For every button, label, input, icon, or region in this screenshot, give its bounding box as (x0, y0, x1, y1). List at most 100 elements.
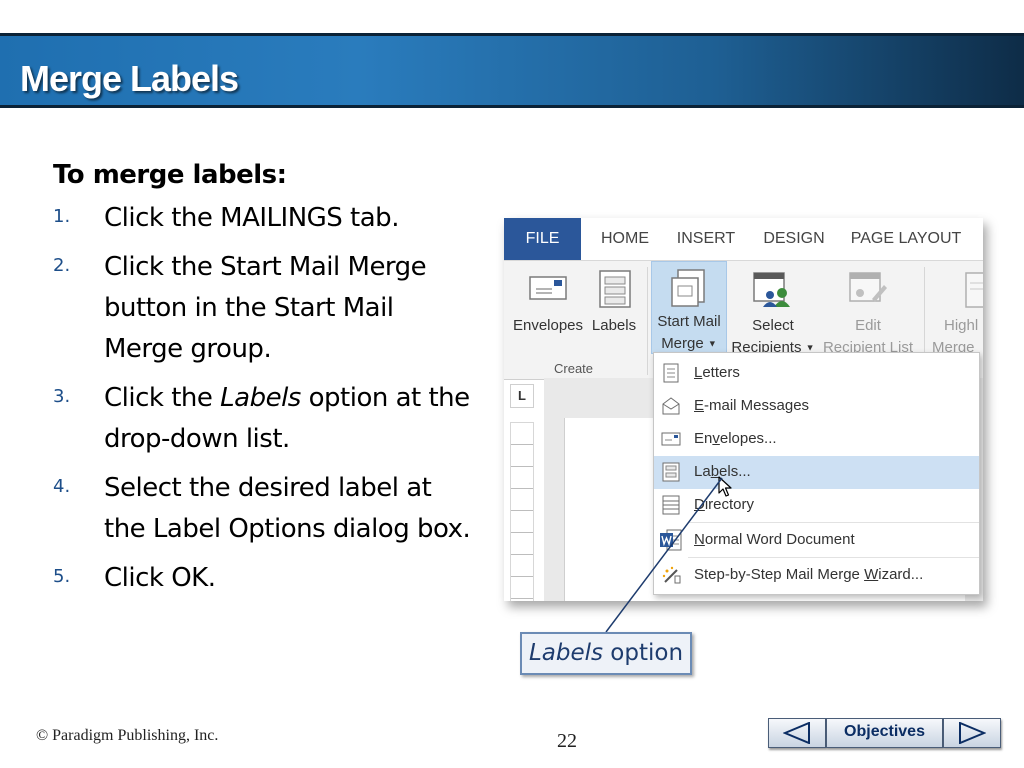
tab-page-layout[interactable]: PAGE LAYOUT (846, 218, 966, 260)
menu-item-envelopes[interactable]: Envelopes... (654, 423, 979, 456)
letter-icon (663, 363, 679, 383)
arrow-right-icon (959, 722, 986, 744)
menu-item-mail-merge-wizard[interactable]: Step-by-Step Mail Merge Wizard... (654, 559, 979, 592)
step-number: 5. (53, 566, 71, 587)
menu-item-email-messages[interactable]: E-mail Messages (654, 390, 979, 423)
menu-item-text: Step-by-Step Mail Merge (694, 566, 865, 583)
start-mail-merge-button[interactable]: Start Mail Merge ▼ (651, 261, 727, 354)
instructions: To merge labels: 1. Click the MAILINGS t… (53, 160, 473, 607)
step-item: 1. Click the MAILINGS tab. (53, 198, 473, 239)
email-icon (662, 397, 680, 415)
page-number: 22 (557, 730, 577, 752)
select-recipients-button[interactable]: Select Recipients ▼ (728, 265, 818, 357)
access-key: D (694, 496, 705, 513)
labels-label: Labels (591, 317, 637, 334)
menu-item-text: En (694, 430, 713, 447)
start-mail-merge-label-line1: Start Mail (657, 313, 721, 330)
step-text-part: Click the (104, 383, 221, 413)
labels-option-callout: Labels option (520, 632, 692, 675)
edit-recipient-list-button[interactable]: Edit Recipient List (818, 265, 918, 357)
next-slide-button[interactable] (943, 718, 1001, 748)
menu-item-label: Step-by-Step Mail Merge Wizard... (694, 566, 923, 583)
menu-separator (688, 557, 979, 558)
steps-list: 1. Click the MAILINGS tab. 2. Click the … (53, 198, 473, 599)
labels-icon (599, 270, 631, 308)
tab-selector[interactable]: L (510, 384, 534, 408)
step-text: Select the desired label at the Label Op… (104, 473, 471, 544)
step-number: 3. (53, 386, 71, 407)
menu-item-label: Letters (694, 364, 740, 381)
menu-separator (688, 522, 979, 523)
group-separator (647, 267, 648, 375)
menu-item-text: -mail Messages (704, 397, 810, 414)
access-key: N (694, 531, 705, 548)
title-banner: Merge Labels (0, 33, 1024, 108)
previous-slide-button[interactable] (768, 718, 826, 748)
menu-item-text: La (694, 463, 711, 480)
menu-item-normal-word-document[interactable]: Normal Word Document (654, 524, 979, 557)
tab-home[interactable]: HOME (590, 218, 660, 260)
vertical-ruler (510, 422, 534, 601)
tab-file[interactable]: FILE (504, 218, 581, 260)
edit-recipient-list-label-line1: Edit (855, 317, 881, 334)
highlight-merge-fields-button[interactable]: Highl Merge (928, 265, 983, 357)
step-number: 2. (53, 255, 71, 276)
step-text: Click the Start Mail Merge button in the… (104, 252, 427, 364)
menu-item-text: irectory (704, 496, 755, 513)
step-text-emphasis: Labels (220, 383, 301, 413)
menu-item-text: etters (702, 364, 740, 381)
step-text: Click OK. (104, 563, 216, 593)
wizard-icon (662, 566, 681, 584)
callout-emphasis: Labels (528, 640, 603, 666)
menu-item-text: elopes... (719, 430, 777, 447)
word-screenshot: FILE HOME INSERT DESIGN PAGE LAYOUT Enve… (504, 218, 983, 601)
access-key: E (694, 397, 705, 414)
tab-design[interactable]: DESIGN (754, 218, 834, 260)
word-document-icon (660, 529, 682, 551)
instructions-intro: To merge labels: (53, 160, 287, 190)
step-text: Click the Labels option at the drop-down… (104, 378, 473, 460)
select-recipients-label-line1: Select (752, 317, 794, 334)
envelopes-button[interactable]: Envelopes (508, 265, 588, 357)
recipients-icon (753, 272, 790, 307)
directory-icon (662, 495, 680, 515)
menu-item-label: Normal Word Document (694, 531, 855, 548)
start-mail-merge-label-text: Merge (661, 335, 704, 352)
step-item: 3. Click the Labels option at the drop-d… (53, 378, 473, 460)
ribbon-tabs: FILE HOME INSERT DESIGN PAGE LAYOUT (504, 218, 983, 260)
mouse-pointer-icon (718, 476, 732, 497)
step-item: 4. Select the desired label at the Label… (53, 468, 473, 550)
envelopes-label: Envelopes (512, 317, 584, 334)
menu-item-labels[interactable]: Labels... (654, 456, 979, 489)
step-item: 2. Click the Start Mail Merge button in … (53, 247, 473, 370)
copyright: © Paradigm Publishing, Inc. (36, 727, 219, 744)
labels-button[interactable]: Labels (588, 265, 640, 357)
step-item: 5. Click OK. (53, 558, 473, 599)
labels-icon (662, 462, 680, 482)
envelope-icon (661, 432, 681, 446)
start-mail-merge-menu: Letters E-mail Messages Envelopes... Lab… (653, 352, 980, 595)
step-text: Click the MAILINGS tab. (104, 203, 399, 233)
highlight-merge-label-line1: Highl (944, 317, 979, 334)
menu-item-label: E-mail Messages (694, 397, 809, 414)
tab-insert[interactable]: INSERT (670, 218, 742, 260)
envelope-icon (529, 276, 567, 300)
arrow-left-icon (783, 722, 810, 744)
menu-item-directory[interactable]: Directory (654, 489, 979, 522)
step-number: 1. (53, 206, 71, 227)
dropdown-caret-icon: ▼ (707, 338, 717, 349)
slide-title: Merge Labels (20, 58, 239, 99)
access-key: W (864, 566, 879, 583)
objectives-button[interactable]: Objectives (826, 718, 943, 748)
callout-text: option (602, 640, 684, 666)
mail-merge-icon (671, 269, 705, 307)
menu-item-text: izard... (878, 566, 924, 583)
access-key: v (712, 430, 720, 447)
menu-item-label: Directory (694, 496, 754, 513)
menu-item-label: Envelopes... (694, 430, 777, 447)
menu-item-letters[interactable]: Letters (654, 357, 979, 390)
menu-item-text: ormal Word Document (704, 531, 855, 548)
create-group-label: Create (554, 361, 594, 376)
highlight-fields-icon (965, 272, 983, 308)
step-number: 4. (53, 476, 71, 497)
